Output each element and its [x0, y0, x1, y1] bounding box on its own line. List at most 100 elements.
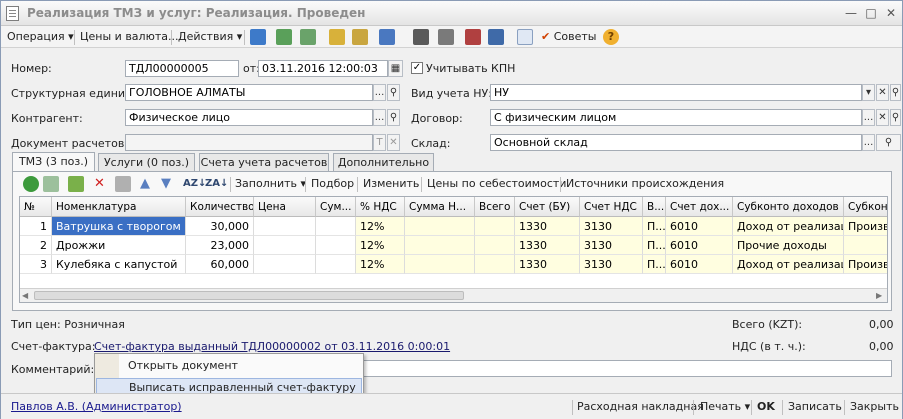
table-cell[interactable]: Произв [844, 255, 887, 274]
unit-field[interactable]: ГОЛОВНОЕ АЛМАТЫ [125, 84, 373, 101]
structure-icon[interactable] [379, 29, 395, 45]
unit-search-icon[interactable]: ⚲ [387, 84, 400, 101]
table-cell[interactable]: 3130 [580, 236, 643, 255]
table-cell[interactable] [844, 236, 887, 255]
column-header[interactable]: Субконто доходов ... [733, 197, 844, 217]
user-link[interactable]: Павлов А.В. (Администратор) [11, 399, 182, 415]
contractor-field[interactable]: Физическое лицо [125, 109, 373, 126]
table-cell[interactable]: Дрожжи [52, 236, 186, 255]
operation-menu[interactable]: Операция ▾ [7, 29, 74, 45]
tab-services[interactable]: Услуги (0 поз.) [98, 153, 195, 171]
move-down-icon[interactable]: ▼ [161, 176, 171, 192]
table-cell[interactable]: 1330 [515, 255, 580, 274]
close-button[interactable]: Закрыть [850, 399, 899, 415]
date-field[interactable]: 03.11.2016 12:00:03 [258, 60, 388, 77]
sources-button[interactable]: Источники происхождения [566, 176, 724, 192]
minimize-icon[interactable]: — [844, 6, 858, 20]
move-up-icon[interactable]: ▲ [140, 176, 150, 192]
invoice-link[interactable]: Счет-фактура выданный ТДЛ00000002 от 03.… [94, 340, 450, 353]
menu-item-open-document[interactable]: Открыть документ [96, 356, 362, 376]
nu-field[interactable]: НУ [490, 84, 862, 101]
table-icon[interactable] [438, 29, 454, 45]
table-cell[interactable] [254, 236, 316, 255]
table-cell[interactable]: 12% [356, 236, 405, 255]
column-header[interactable]: % НДС [356, 197, 405, 217]
contractor-search-icon[interactable]: ⚲ [387, 109, 400, 126]
contract-field[interactable]: С физическим лицом [490, 109, 862, 126]
help-icon[interactable]: ? [603, 29, 619, 45]
end-edit-icon[interactable] [115, 176, 131, 192]
table-cell[interactable]: Прочие доходы [733, 236, 844, 255]
table-cell[interactable] [316, 236, 356, 255]
column-header[interactable]: Всего [475, 197, 515, 217]
column-header[interactable]: Счет (БУ) [515, 197, 580, 217]
table-cell[interactable]: 12% [356, 255, 405, 274]
table-cell[interactable] [254, 217, 316, 236]
text-format-icon[interactable] [517, 29, 533, 45]
unit-select-button[interactable]: ... [373, 84, 386, 101]
table-cell[interactable]: Произв [844, 217, 887, 236]
table-cell[interactable] [475, 255, 515, 274]
table-cell[interactable] [405, 236, 475, 255]
table-cell[interactable]: Доход от реализац... [733, 255, 844, 274]
contract-clear-icon[interactable]: ✕ [876, 109, 889, 126]
debit-credit-icon[interactable] [465, 29, 481, 45]
table-cell[interactable]: 12% [356, 217, 405, 236]
table-cell[interactable]: 6010 [666, 217, 733, 236]
tab-settlement-accounts[interactable]: Счета учета расчетов [199, 153, 329, 171]
table-cell[interactable]: 1330 [515, 236, 580, 255]
nu-search-icon[interactable]: ⚲ [890, 84, 901, 101]
table-cell[interactable] [405, 255, 475, 274]
comment-field[interactable] [363, 360, 892, 377]
table-cell[interactable]: 3130 [580, 217, 643, 236]
horizontal-scrollbar[interactable]: ◀ ▶ [20, 288, 887, 302]
prices-button[interactable]: Цены и валюта... [80, 29, 178, 45]
save-button[interactable]: Записать [788, 399, 842, 415]
tab-additional[interactable]: Дополнительно [333, 153, 434, 171]
calendar-icon[interactable]: ▦ [388, 60, 403, 77]
maximize-icon[interactable]: □ [864, 6, 878, 20]
table-cell[interactable]: 3 [20, 255, 52, 274]
table-cell[interactable]: П... [643, 236, 666, 255]
column-header[interactable]: Сумма Н... [405, 197, 475, 217]
tab-tmz[interactable]: ТМЗ (3 поз.) [12, 152, 95, 171]
move-document-icon[interactable] [250, 29, 266, 45]
journal-icon[interactable] [488, 29, 504, 45]
column-header[interactable]: № [20, 197, 52, 217]
table-cell[interactable]: 3130 [580, 255, 643, 274]
delivery-note-button[interactable]: Расходная накладная [577, 399, 704, 415]
table-cell[interactable] [475, 236, 515, 255]
refresh-icon[interactable] [276, 29, 292, 45]
nu-clear-icon[interactable]: ✕ [876, 84, 889, 101]
scroll-right-icon[interactable]: ▶ [876, 291, 882, 300]
nu-select-button[interactable]: ▾ [862, 84, 875, 101]
cost-prices-button[interactable]: Цены по себестоимости [427, 176, 566, 192]
copy-row-icon[interactable] [43, 176, 59, 192]
table-cell[interactable]: 1 [20, 217, 52, 236]
column-header[interactable]: Номенклатура [52, 197, 186, 217]
edit-icon[interactable] [68, 176, 84, 192]
unpost-document-icon[interactable] [352, 29, 368, 45]
table-cell[interactable]: П... [643, 255, 666, 274]
close-icon[interactable]: ✕ [884, 6, 898, 20]
delete-icon[interactable]: ✕ [94, 176, 105, 192]
sort-desc-icon[interactable]: ZA↓ [205, 176, 228, 192]
table-cell[interactable] [405, 217, 475, 236]
kpn-checkbox[interactable]: ✓ [411, 62, 423, 74]
warehouse-search-icon[interactable]: ⚲ [876, 134, 901, 151]
table-cell[interactable] [475, 217, 515, 236]
warehouse-field[interactable]: Основной склад [490, 134, 862, 151]
fill-menu[interactable]: Заполнить ▾ [235, 176, 306, 192]
table-cell[interactable]: 6010 [666, 236, 733, 255]
column-header[interactable]: Счет НДС [580, 197, 643, 217]
sort-asc-icon[interactable]: AZ↓ [183, 176, 206, 192]
contractor-select-button[interactable]: ... [373, 109, 386, 126]
table-cell[interactable]: Кулебяка с капустой [52, 255, 186, 274]
column-header[interactable]: Сум... [316, 197, 356, 217]
scroll-thumb[interactable] [34, 291, 464, 300]
column-header[interactable]: Количество [186, 197, 254, 217]
copy-icon[interactable] [300, 29, 316, 45]
actions-menu[interactable]: Действия ▾ [178, 29, 242, 45]
column-header[interactable]: Цена [254, 197, 316, 217]
change-button[interactable]: Изменить [363, 176, 419, 192]
